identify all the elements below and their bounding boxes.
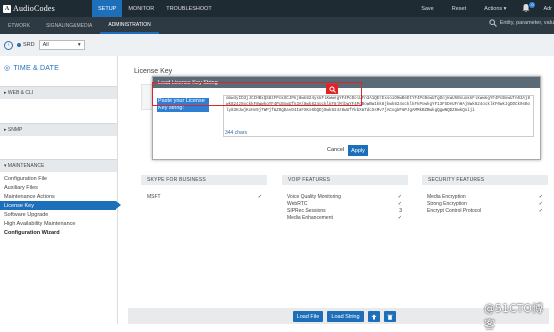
voip-row: SIPRec Sessions 3 [287, 208, 402, 214]
notification-count-badge: 0 [529, 1, 536, 8]
watermark: @51CTO博客 [484, 302, 544, 331]
sidebar-section-label: SNMP [7, 127, 23, 133]
sub-nav: ETWORK SIGNALING&MEDIA ADMINISTRATION [0, 17, 554, 34]
srd-select[interactable]: All ▾ [38, 40, 85, 50]
feature-value: ✓ [257, 194, 262, 200]
feature-value: ✓ [538, 194, 543, 200]
feature-label: Strong Encryption [427, 201, 467, 207]
cancel-button[interactable]: Cancel [327, 147, 344, 153]
skype-row: MSFT ✓ [147, 194, 262, 200]
sidebar-maintenance-items: Configuration File Auxiliary Files Maint… [0, 172, 121, 237]
subtab-signaling-media[interactable]: SIGNALING&MEDIA [38, 17, 100, 34]
page-title: License Key [134, 68, 173, 75]
user-menu[interactable]: Adr [539, 6, 554, 12]
sidebar-heading-label: TIME & DATE [13, 64, 59, 72]
expand-icon: ◎ [4, 65, 11, 72]
feature-value: ✓ [397, 201, 402, 207]
top-nav: SETUP MONITOR TROUBLESHOOT [92, 0, 218, 17]
brand-name: AudioCodes [13, 4, 55, 13]
feature-label: SIPRec Sessions [287, 208, 326, 214]
chevron-left-icon: ‹ [7, 42, 10, 48]
sidebar: ◎ TIME & DATE ▸ WEB & CLI ▸ SNMP ▾ MAINT… [0, 56, 121, 324]
feature-label: Encrypt Control Protocol [427, 208, 482, 214]
srd-dot-icon [17, 43, 21, 47]
security-row: Strong Encryption ✓ [427, 201, 543, 207]
tab-monitor[interactable]: MONITOR [122, 0, 160, 17]
voip-row: Voice Quality Monitoring ✓ [287, 194, 402, 200]
sidebar-item-license-key[interactable]: License Key [0, 201, 121, 210]
tab-troubleshoot[interactable]: TROUBLESHOOT [160, 0, 218, 17]
reset-button[interactable]: Reset [443, 6, 475, 12]
voip-row: WebRTC ✓ [287, 201, 402, 207]
load-string-button[interactable]: Load String [327, 311, 364, 322]
security-row: Encrypt Control Protocol ✓ [427, 208, 543, 214]
srd-filter: SRD [17, 42, 35, 48]
notifications-button[interactable]: 0 [521, 1, 536, 15]
sidebar-item-maintenance-actions[interactable]: Maintenance Actions [0, 192, 117, 201]
sidebar-heading[interactable]: ◎ TIME & DATE [0, 56, 117, 76]
sidebar-item-software-upgrade[interactable]: Software Upgrade [0, 210, 117, 219]
feature-value: ✓ [397, 194, 402, 200]
global-search[interactable]: Entity, parameter, valu [489, 19, 554, 27]
sidebar-item-auxiliary-files[interactable]: Auxiliary Files [0, 183, 117, 192]
feature-label: WebRTC [287, 201, 308, 207]
voip-section-heading: VOIP FEATURES [282, 175, 408, 185]
upload-icon [371, 314, 377, 319]
feature-value: ✓ [538, 201, 543, 207]
sidebar-section-web-cli[interactable]: ▸ WEB & CLI [0, 86, 117, 99]
chevron-down-icon: ▾ [77, 42, 81, 48]
search-icon [489, 19, 497, 27]
feature-label: Voice Quality Monitoring [287, 194, 341, 200]
srd-select-value: All [42, 42, 49, 48]
search-input[interactable]: Entity, parameter, valu [500, 20, 554, 26]
feature-value: ✓ [538, 208, 543, 214]
audiocodes-logo-icon: A [3, 4, 11, 13]
voip-row: Media Enhancement ✓ [287, 215, 402, 221]
load-file-button[interactable]: Load File [293, 311, 323, 322]
sidebar-section-label: WEB & CLI [7, 90, 34, 96]
filter-bar: ‹ SRD All ▾ [0, 34, 554, 56]
subtab-administration[interactable]: ADMINISTRATION [100, 17, 159, 34]
brand-logo[interactable]: A AudioCodes [3, 4, 55, 13]
feature-label: MSFT [147, 194, 161, 200]
srd-label: SRD [23, 42, 35, 48]
sidebar-section-label: MAINTENANCE [7, 163, 45, 169]
trash-icon [387, 314, 393, 320]
sidebar-item-high-availability-maintenance[interactable]: High Availability Maintenance [0, 219, 117, 228]
sidebar-section-maintenance[interactable]: ▾ MAINTENANCE [0, 159, 117, 172]
back-button[interactable]: ‹ [4, 40, 13, 50]
tab-setup[interactable]: SETUP [92, 0, 123, 17]
actions-menu[interactable]: Actions ▾ [475, 6, 515, 12]
top-actions: Save Reset Actions ▾ 0 Adr [412, 0, 554, 17]
sidebar-item-configuration-wizard[interactable]: Configuration Wizard [0, 228, 117, 237]
security-section-heading: SECURITY FEATURES [422, 175, 548, 185]
subtab-network[interactable]: ETWORK [0, 17, 38, 34]
feature-value: ✓ [397, 215, 402, 221]
char-count: 344 chars [225, 130, 247, 136]
magnifier-icon [326, 84, 338, 94]
skype-section-heading: SKYPE FOR BUSINESS [141, 175, 267, 185]
sidebar-item-configuration-file[interactable]: Configuration File [0, 174, 117, 183]
apply-button[interactable]: Apply [348, 145, 368, 156]
upload-button[interactable] [368, 311, 380, 322]
feature-value: 3 [399, 208, 402, 214]
feature-label: Media Enhancement [287, 215, 333, 221]
security-row: Media Encryption ✓ [427, 194, 543, 200]
save-button[interactable]: Save [412, 6, 443, 12]
feature-label: Media Encryption [427, 194, 466, 200]
delete-button[interactable] [384, 311, 396, 322]
sidebar-section-snmp[interactable]: ▸ SNMP [0, 123, 117, 136]
